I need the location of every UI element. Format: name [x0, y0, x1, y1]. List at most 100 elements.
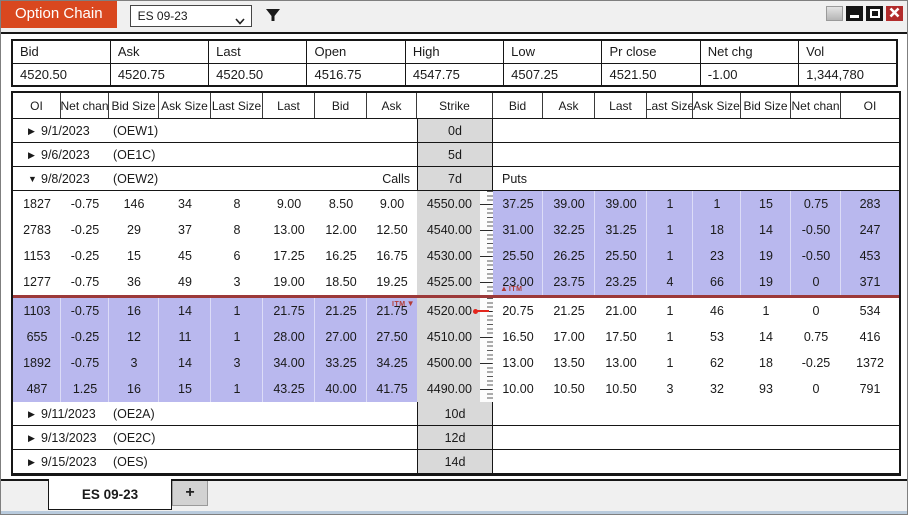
price-cell[interactable]: 1103 — [13, 298, 61, 324]
price-cell[interactable]: 21.25 — [543, 298, 595, 324]
price-cell[interactable]: 0 — [791, 298, 841, 324]
price-cell[interactable]: 1 — [211, 324, 263, 350]
expiration-row[interactable]: ▶ 9/11/2023 (OE2A) 10d — [13, 402, 899, 426]
expand-arrow-icon[interactable]: ▶ — [28, 150, 41, 161]
minimize-button[interactable] — [846, 6, 863, 21]
price-cell[interactable]: 49 — [159, 269, 211, 295]
price-cell[interactable]: 27.00 — [315, 324, 367, 350]
price-cell[interactable]: 16.25 — [315, 243, 367, 269]
price-cell[interactable]: 1827 — [13, 191, 61, 217]
price-cell[interactable]: 53 — [693, 324, 741, 350]
price-cell[interactable]: 283 — [841, 191, 899, 217]
price-cell[interactable]: 16 — [109, 298, 159, 324]
price-cell[interactable]: 17.25 — [263, 243, 315, 269]
expiration-row[interactable]: ▶ 9/6/2023 (OE1C) 5d — [13, 143, 899, 167]
filter-button[interactable] — [265, 8, 281, 25]
price-cell[interactable]: 487 — [13, 376, 61, 402]
price-cell[interactable]: 23.25 — [595, 269, 647, 295]
maximize-button[interactable] — [866, 6, 883, 21]
price-cell[interactable]: 1 — [647, 191, 693, 217]
price-cell[interactable]: 37 — [159, 217, 211, 243]
price-cell[interactable]: 17.50 — [595, 324, 647, 350]
price-cell[interactable]: 146 — [109, 191, 159, 217]
expiration-row[interactable]: ▶ 9/13/2023 (OE2C) 12d — [13, 426, 899, 450]
price-cell[interactable]: 1277 — [13, 269, 61, 295]
price-cell[interactable]: 31.00 — [493, 217, 543, 243]
price-cell[interactable]: 18 — [693, 217, 741, 243]
price-cell[interactable]: 34 — [159, 191, 211, 217]
price-cell[interactable]: 655 — [13, 324, 61, 350]
price-cell[interactable]: 18.50 — [315, 269, 367, 295]
close-button[interactable] — [886, 6, 903, 21]
price-cell[interactable]: 17.00 — [543, 324, 595, 350]
price-cell[interactable]: 8 — [211, 217, 263, 243]
price-cell[interactable]: 10.00 — [493, 376, 543, 402]
price-cell[interactable]: 6 — [211, 243, 263, 269]
price-cell[interactable]: 39.00 — [543, 191, 595, 217]
price-cell[interactable]: 14 — [159, 350, 211, 376]
price-cell[interactable]: -0.25 — [61, 243, 109, 269]
price-cell[interactable]: 4 — [647, 269, 693, 295]
price-cell[interactable]: 8 — [211, 191, 263, 217]
price-cell[interactable]: 41.75 — [367, 376, 417, 402]
price-cell[interactable]: 13.50 — [543, 350, 595, 376]
price-cell[interactable]: 21.75 — [263, 298, 315, 324]
price-cell[interactable]: 12 — [109, 324, 159, 350]
price-cell[interactable]: 29 — [109, 217, 159, 243]
price-cell[interactable]: -0.25 — [61, 324, 109, 350]
price-cell[interactable]: 1 — [647, 243, 693, 269]
price-cell[interactable]: 13.00 — [493, 350, 543, 376]
price-cell[interactable]: 28.00 — [263, 324, 315, 350]
price-cell[interactable]: 371 — [841, 269, 899, 295]
expiration-row[interactable]: ▶ 9/1/2023 (OEW1) 0d — [13, 119, 899, 143]
price-cell[interactable]: 3 — [109, 350, 159, 376]
price-cell[interactable]: 46 — [693, 298, 741, 324]
price-cell[interactable]: 247 — [841, 217, 899, 243]
price-cell[interactable]: 0.75 — [791, 191, 841, 217]
price-cell[interactable]: 3 — [647, 376, 693, 402]
price-cell[interactable]: 93 — [741, 376, 791, 402]
price-cell[interactable]: 791 — [841, 376, 899, 402]
price-cell[interactable]: 25.50 — [493, 243, 543, 269]
price-cell[interactable]: -0.25 — [791, 350, 841, 376]
price-cell[interactable]: 45 — [159, 243, 211, 269]
price-cell[interactable]: -0.75 — [61, 350, 109, 376]
price-cell[interactable]: 416 — [841, 324, 899, 350]
price-cell[interactable]: 33.25 — [315, 350, 367, 376]
price-cell[interactable]: 13.00 — [595, 350, 647, 376]
price-cell[interactable]: 10.50 — [595, 376, 647, 402]
price-cell[interactable]: 1892 — [13, 350, 61, 376]
price-cell[interactable]: 9.00 — [367, 191, 417, 217]
price-cell[interactable]: -0.75 — [61, 269, 109, 295]
price-cell[interactable]: 62 — [693, 350, 741, 376]
price-cell[interactable]: 1153 — [13, 243, 61, 269]
price-cell[interactable]: 9.00 — [263, 191, 315, 217]
price-cell[interactable]: 1 — [741, 298, 791, 324]
price-cell[interactable]: -0.50 — [791, 243, 841, 269]
price-cell[interactable]: 14 — [159, 298, 211, 324]
price-cell[interactable]: 453 — [841, 243, 899, 269]
price-cell[interactable]: 12.50 — [367, 217, 417, 243]
price-cell[interactable]: 32 — [693, 376, 741, 402]
price-cell[interactable]: -0.25 — [61, 217, 109, 243]
price-cell[interactable]: 2783 — [13, 217, 61, 243]
expand-arrow-icon[interactable]: ▶ — [28, 409, 41, 420]
price-cell[interactable]: 12.00 — [315, 217, 367, 243]
price-cell[interactable]: 34.00 — [263, 350, 315, 376]
price-cell[interactable]: 13.00 — [263, 217, 315, 243]
expand-arrow-icon[interactable]: ▶ — [28, 457, 41, 468]
price-cell[interactable]: -0.75 — [61, 191, 109, 217]
price-cell[interactable]: 16.75 — [367, 243, 417, 269]
price-cell[interactable]: 1372 — [841, 350, 899, 376]
price-cell[interactable]: 0 — [791, 376, 841, 402]
price-cell[interactable]: 32.25 — [543, 217, 595, 243]
price-cell[interactable]: 40.00 — [315, 376, 367, 402]
price-cell[interactable]: 11 — [159, 324, 211, 350]
price-cell[interactable]: 39.00 — [595, 191, 647, 217]
price-cell[interactable]: 14 — [741, 324, 791, 350]
price-cell[interactable]: 21.00 — [595, 298, 647, 324]
price-cell[interactable]: 1.25 — [61, 376, 109, 402]
price-cell[interactable]: 19.00 — [263, 269, 315, 295]
price-cell[interactable]: 19.25 — [367, 269, 417, 295]
price-cell[interactable]: 18 — [741, 350, 791, 376]
